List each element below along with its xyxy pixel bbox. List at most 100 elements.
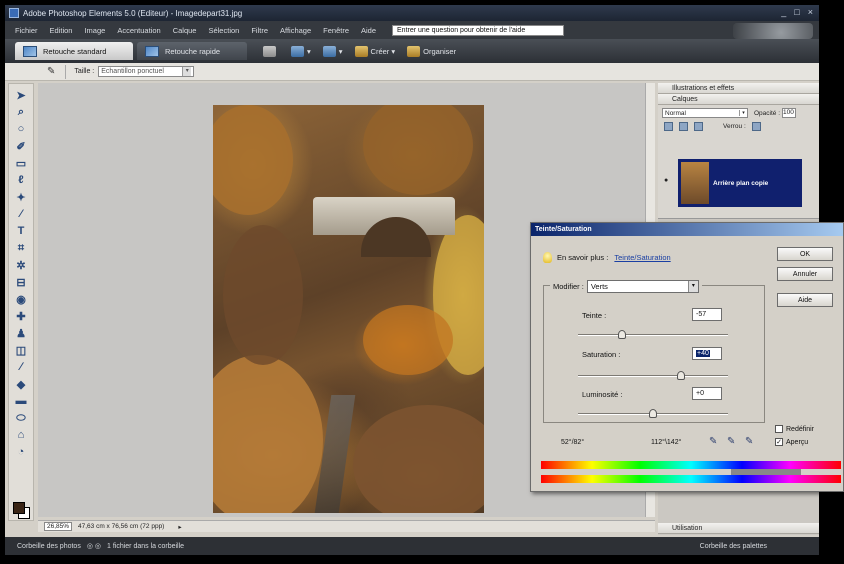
lightness-slider[interactable] [578,409,728,418]
lightness-field[interactable]: +0 [692,387,722,400]
gradient-tool-icon[interactable]: ▬ [13,394,29,408]
saturation-label: Saturation : [582,350,621,359]
new-layer-icon[interactable] [664,122,673,131]
foreground-color[interactable] [13,502,25,514]
order-button[interactable]: ▾ [322,45,343,57]
colorize-checkbox[interactable]: Redéfinir [775,425,814,433]
zoom-tool-icon[interactable]: ⌕ [13,105,29,119]
preview-box[interactable]: ✓ [775,438,783,446]
selection-brush-tool-icon[interactable]: ⁄ [13,207,29,221]
print-button[interactable] [263,45,279,57]
colorize-box[interactable] [775,425,783,433]
trash-icon[interactable] [694,122,703,131]
saturation-field[interactable]: +40 [692,347,722,360]
hue-field[interactable]: -57 [692,308,722,321]
maximize-button[interactable]: □ [794,7,799,17]
adjusted-spectrum-bar [541,475,841,483]
eye-icon[interactable]: ● [664,177,668,184]
standard-edit-icon [23,45,37,57]
opacity-field[interactable]: 100 [782,108,797,118]
hue-slider-thumb[interactable] [618,330,626,339]
close-button[interactable]: × [808,7,813,17]
blend-mode-select[interactable]: Normal ▾ [662,108,748,118]
status-menu-arrow-icon[interactable]: ▸ [178,523,181,531]
eyedropper-plus-icon[interactable]: ✎ [727,436,735,447]
clone-stamp-tool-icon[interactable]: ♟ [13,326,29,340]
type-tool-icon[interactable]: T [13,224,29,238]
layer-row-selected[interactable]: Arrière plan copie [678,159,802,207]
create-button[interactable]: Créer ▾ [354,45,395,57]
color-swatches[interactable] [13,502,31,520]
brush-tool-icon[interactable]: ∕ [13,360,29,374]
bin-nav-icon[interactable]: ◎ ◎ [87,542,101,550]
tab-standard-edit[interactable]: Retouche standard [15,42,133,60]
lock-icon[interactable] [751,122,761,131]
adjustment-layer-icon[interactable] [679,122,688,131]
menu-aide[interactable]: Aide [361,26,376,35]
photo-bin-toggle[interactable]: Corbeille des photos [17,543,81,550]
saturation-slider-thumb[interactable] [677,371,685,380]
ok-button[interactable]: OK [777,247,833,261]
chevron-down-icon: ▾ [739,110,747,116]
menu-fenetre[interactable]: Fenêtre [323,26,349,35]
edit-group: Modifier : Verts ▾ Teinte : -57 Saturati… [543,280,765,423]
lasso-tool-icon[interactable]: ℓ [13,173,29,187]
healing-brush-tool-icon[interactable]: ✚ [13,309,29,323]
document-image[interactable] [213,105,484,513]
bottom-status-bar: Corbeille des photos ◎ ◎ 1 fichier dans … [5,537,819,555]
shortcuts-bar: Retouche standard Retouche rapide ▾ ▾ Cr… [5,39,819,63]
cookie-cutter-tool-icon[interactable]: ✲ [13,258,29,272]
magic-wand-tool-icon[interactable]: ✦ [13,190,29,204]
menu-selection[interactable]: Sélection [208,26,239,35]
palette-bin-toggle[interactable]: Corbeille des palettes [700,543,767,550]
straighten-tool-icon[interactable]: ⊟ [13,275,29,289]
eyedropper-icon[interactable]: ✎ [709,436,717,447]
eyedropper-tool-icon[interactable]: ✐ [13,139,29,153]
menu-edition[interactable]: Edition [50,26,73,35]
menu-affichage[interactable]: Affichage [280,26,311,35]
hand-tool-icon[interactable]: ○ [13,122,29,136]
help-search-input[interactable]: Entrer une question pour obtenir de l'ai… [392,24,565,36]
edit-range-select[interactable]: Verts ▾ [586,280,699,293]
organize-button[interactable]: Organiser [407,45,456,57]
help-button[interactable]: Aide [777,293,833,307]
lightness-slider-thumb[interactable] [649,409,657,418]
menu-filtre[interactable]: Filtre [251,26,268,35]
eyedropper-minus-icon[interactable]: ✎ [745,436,753,447]
blur-tool-icon[interactable]: ⌂ [13,428,29,442]
palette-header-layers[interactable]: Calques [658,94,819,105]
shape-tool-icon[interactable]: ⬭ [13,411,29,425]
menu-calque[interactable]: Calque [173,26,197,35]
eraser-tool-icon[interactable]: ◫ [13,343,29,357]
saturation-slider[interactable] [578,371,728,380]
hue-saturation-dialog: Teinte/Saturation En savoir plus : Teint… [530,222,844,492]
minimize-button[interactable]: _ [781,7,786,17]
preview-checkbox[interactable]: ✓ Aperçu [775,438,808,446]
menu-fichier[interactable]: Fichier [15,26,38,35]
palette-header-utilisation[interactable]: Utilisation [658,523,819,534]
share-button[interactable]: ▾ [291,45,311,57]
menu-image[interactable]: Image [84,26,105,35]
layer-name: Arrière plan copie [713,179,769,187]
red-eye-tool-icon[interactable]: ◉ [13,292,29,306]
move-tool-icon[interactable]: ➤ [13,88,29,102]
lightness-label: Luminosité : [582,390,623,399]
sample-size-select[interactable]: Echantillon ponctuel ▾ [98,66,195,77]
palette-header-illustrations[interactable]: Illustrations et effets [658,83,819,94]
menu-accentuation[interactable]: Accentuation [117,26,160,35]
app-icon [9,8,19,18]
foliage-shape [363,305,453,375]
window-title: Adobe Photoshop Elements 5.0 (Editeur) -… [23,8,243,18]
paint-bucket-tool-icon[interactable]: ◆ [13,377,29,391]
zoom-field[interactable]: 26,85% [44,522,72,531]
learn-more-link[interactable]: Teinte/Saturation [614,253,670,262]
tab-quick-fix[interactable]: Retouche rapide [137,42,247,60]
menu-bar: Fichier Edition Image Accentuation Calqu… [5,21,819,39]
hue-slider[interactable] [578,330,728,339]
color-spectrum-bar [541,461,841,469]
marquee-tool-icon[interactable]: ▭ [13,156,29,170]
sponge-tool-icon[interactable]: ◔ [13,445,29,459]
learn-more: En savoir plus : Teinte/Saturation [557,253,671,262]
cancel-button[interactable]: Annuler [777,267,833,281]
crop-tool-icon[interactable]: ⌗ [13,241,29,255]
